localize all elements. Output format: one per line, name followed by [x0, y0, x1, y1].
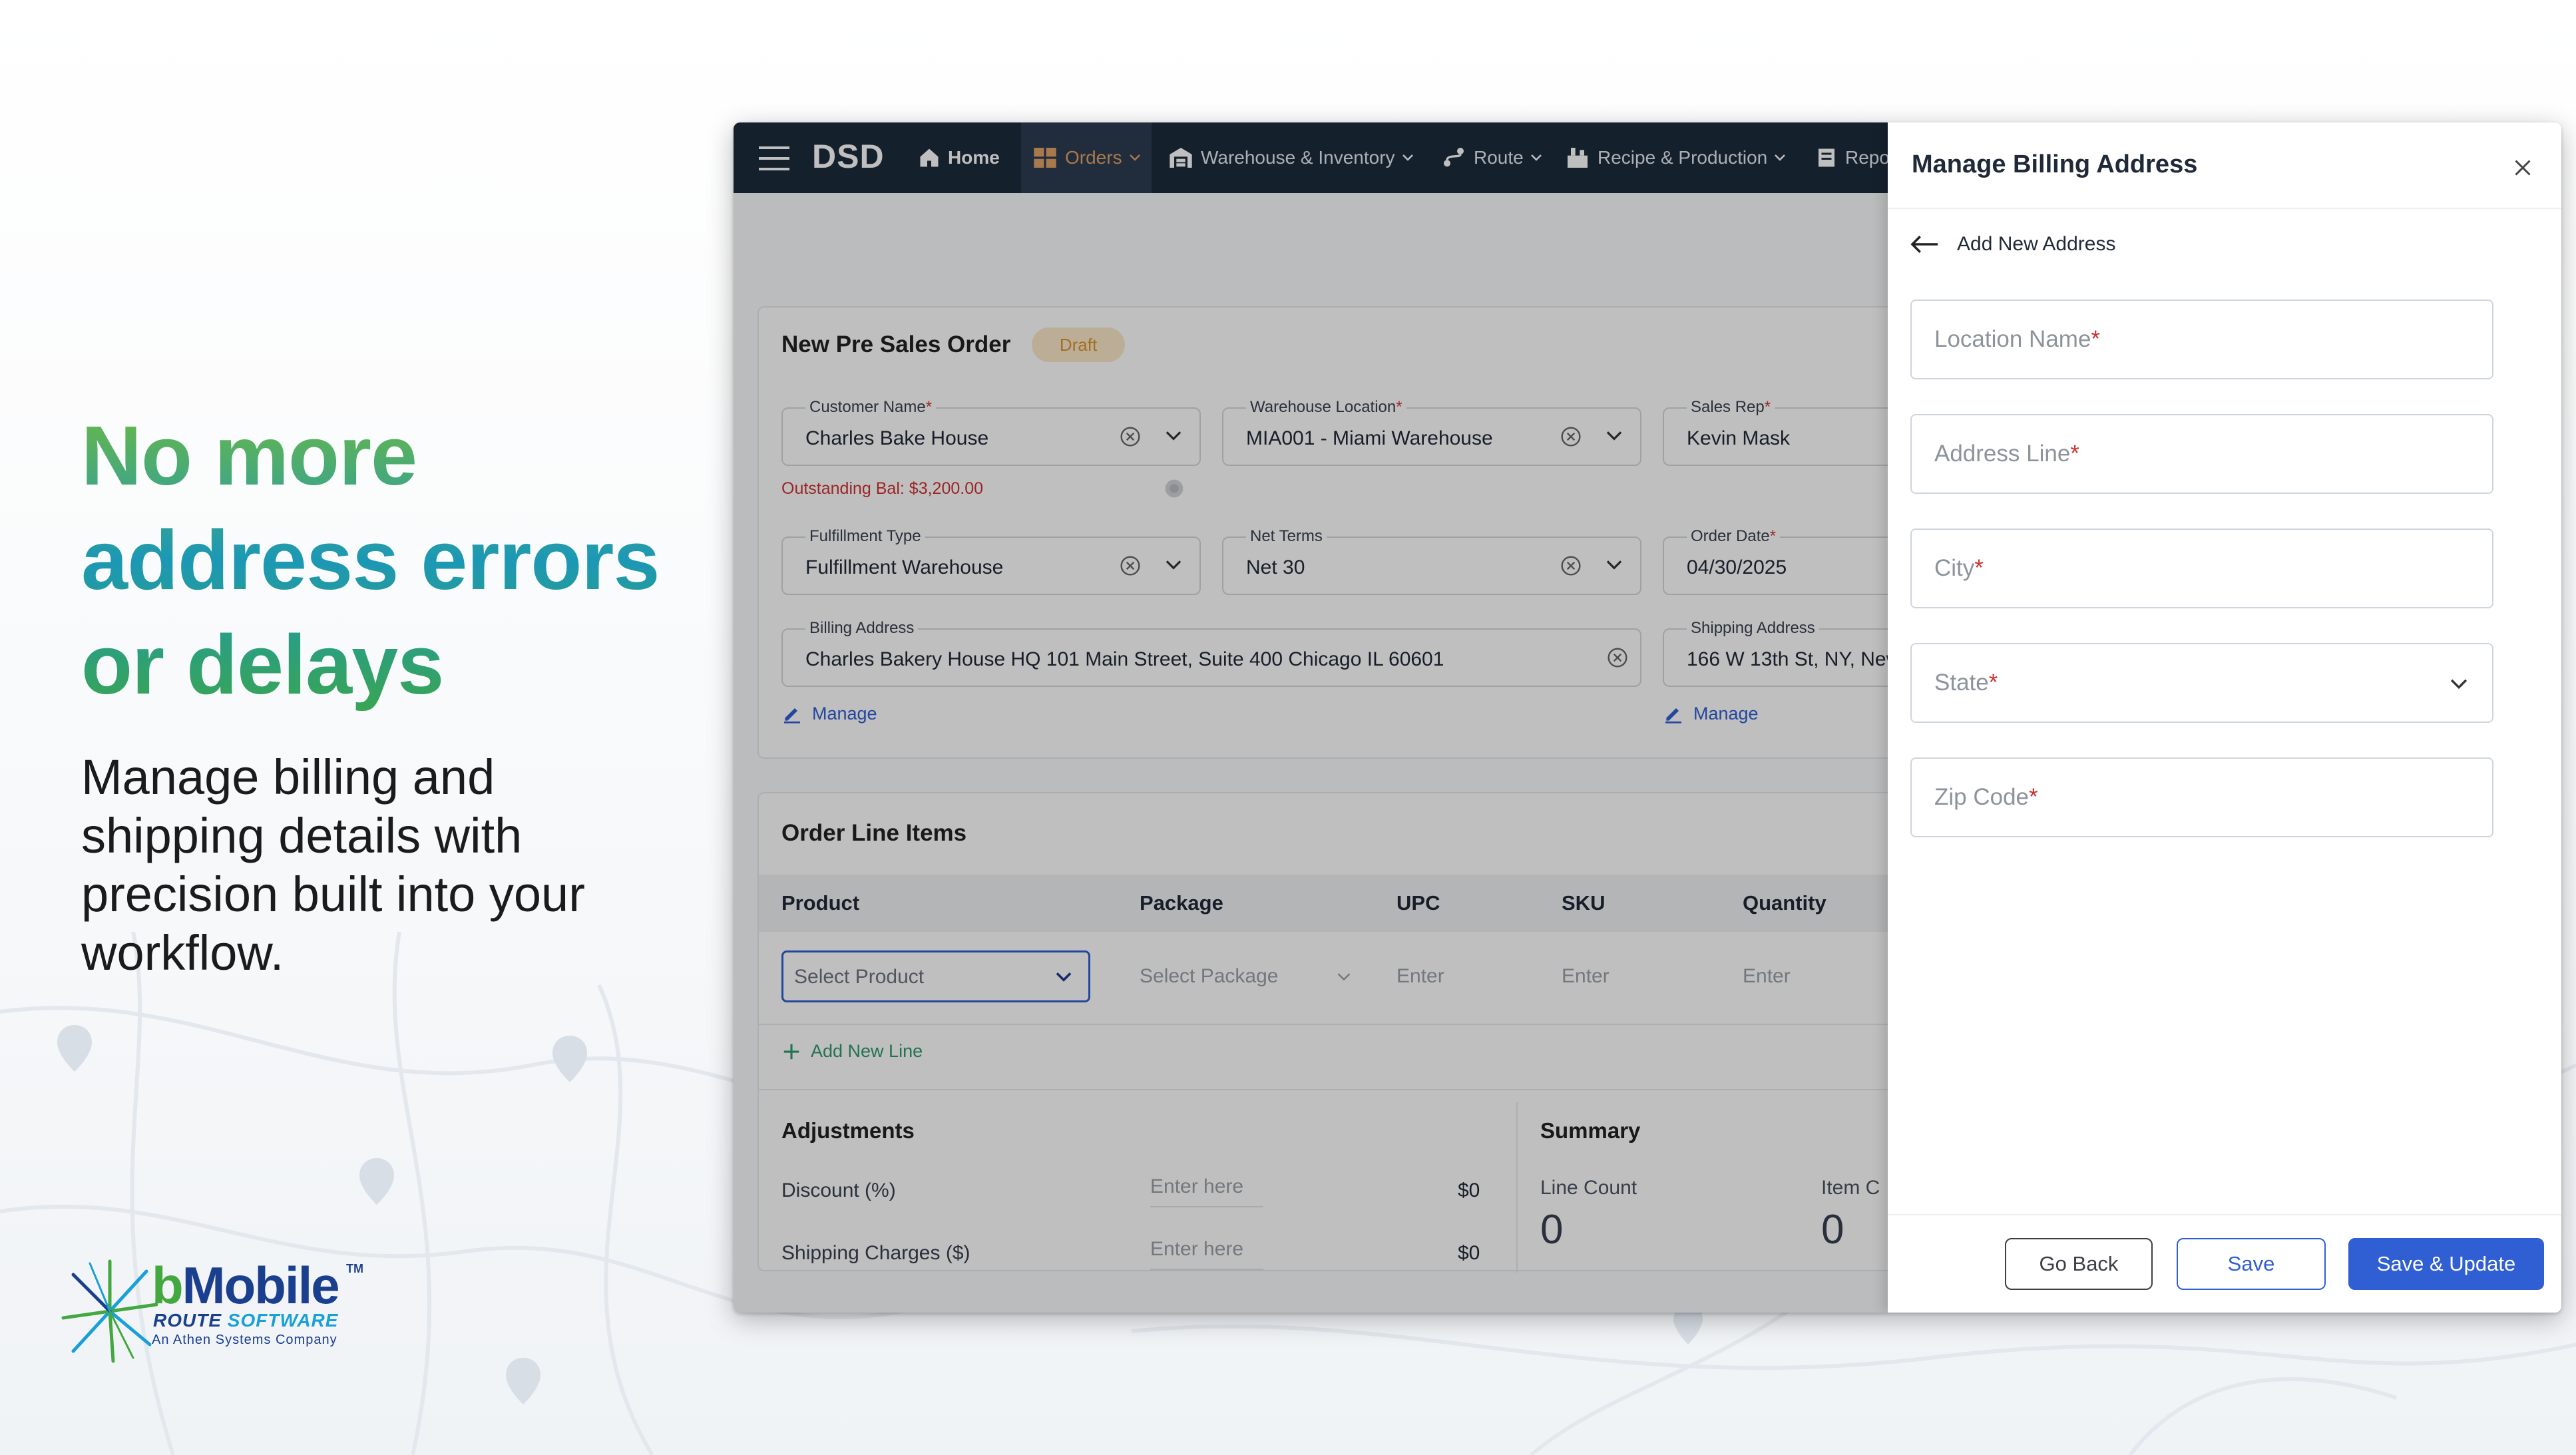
hero-subtext: Manage billing and shipping details with… — [81, 749, 585, 980]
required-mark: * — [1974, 555, 1984, 581]
city-placeholder: City — [1934, 555, 1975, 581]
manage-billing-panel: Manage Billing Address Add New Address L… — [1888, 122, 2561, 1313]
modal-overlay[interactable] — [734, 122, 1888, 1313]
zip-code-placeholder: Zip Code — [1934, 784, 2030, 810]
hero-headline: No more address errors or delays — [81, 403, 720, 717]
logo-b: b — [152, 1256, 184, 1315]
logo-software: SOFTWARE — [227, 1310, 339, 1331]
zip-code-input[interactable]: Zip Code* — [1910, 757, 2493, 837]
divider — [1888, 208, 2561, 209]
logo-starburst-icon — [61, 1259, 158, 1363]
panel-title: Manage Billing Address — [1912, 150, 2198, 178]
logo-tagline: An Athen Systems Company — [152, 1333, 337, 1347]
save-update-button[interactable]: Save & Update — [2348, 1238, 2544, 1290]
city-input[interactable]: City* — [1910, 528, 2493, 608]
app-window: DSD Home Orders Warehouse & Inventory Ro… — [734, 122, 2561, 1313]
back-add-new-address[interactable]: Add New Address — [1910, 233, 2115, 256]
add-new-address-label: Add New Address — [1957, 233, 2116, 255]
logo-route: ROUTE — [153, 1310, 222, 1331]
address-line-placeholder: Address Line — [1934, 441, 2071, 467]
chevron-down-icon — [2450, 679, 2468, 690]
logo-tm: TM — [346, 1262, 363, 1275]
state-placeholder: State — [1934, 670, 1989, 696]
required-mark: * — [2070, 441, 2079, 467]
arrow-left-icon — [1910, 236, 1938, 253]
address-line-input[interactable]: Address Line* — [1910, 414, 2493, 494]
required-mark: * — [1988, 670, 1998, 696]
required-mark: * — [2029, 784, 2038, 810]
divider — [1888, 1214, 2561, 1215]
state-select[interactable]: State* — [1910, 643, 2493, 723]
logo-mobile: Mobile — [182, 1256, 340, 1315]
close-icon[interactable] — [2511, 156, 2535, 180]
bmobile-logo: bMobile TM ROUTE SOFTWARE An Athen Syste… — [60, 1258, 373, 1364]
location-name-placeholder: Location Name — [1934, 326, 2091, 352]
required-mark: * — [2091, 326, 2101, 352]
location-name-input[interactable]: Location Name* — [1910, 300, 2493, 379]
save-button[interactable]: Save — [2177, 1238, 2326, 1290]
go-back-button[interactable]: Go Back — [2005, 1238, 2153, 1290]
